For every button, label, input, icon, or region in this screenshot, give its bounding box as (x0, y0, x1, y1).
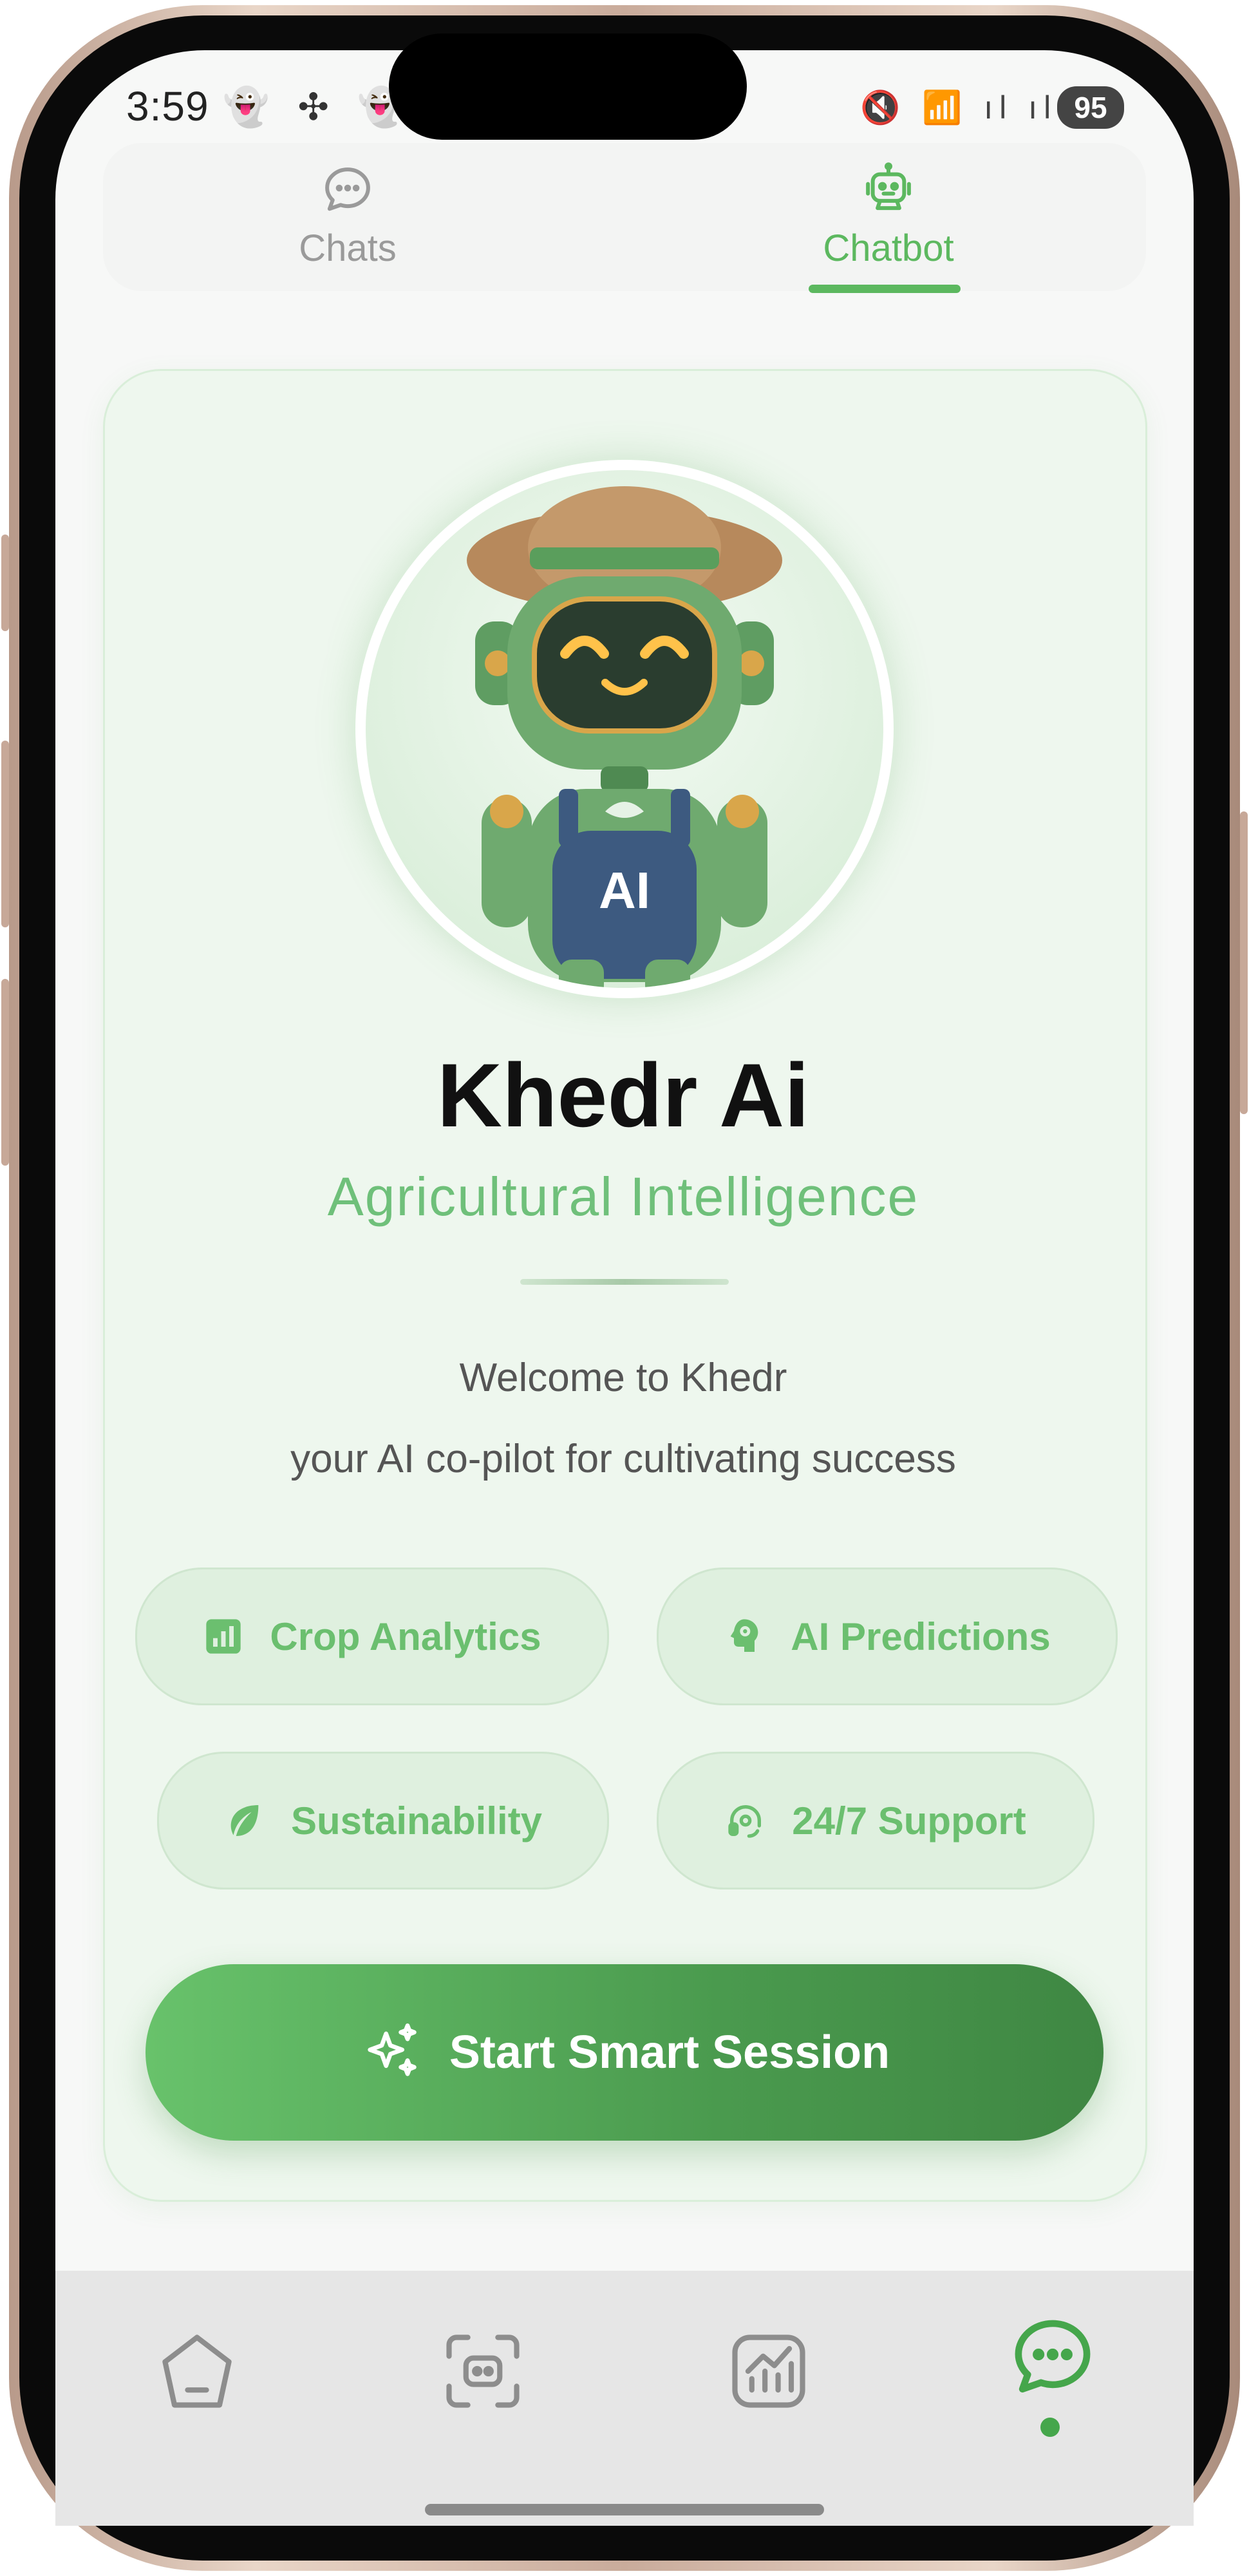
signal-icons: 🔇 📶 ıl ıl (860, 90, 1058, 126)
chat-bubble-icon (325, 167, 370, 211)
welcome-subtext: your AI co-pilot for cultivating success (290, 1437, 956, 1481)
tab-chats-label: Chats (299, 227, 397, 269)
scan-icon[interactable] (438, 2326, 528, 2416)
home-icon[interactable] (152, 2326, 242, 2416)
avatar-ai-badge: AI (599, 862, 650, 919)
leaf-icon (230, 1805, 259, 1836)
volume-down-button (1, 979, 9, 1166)
top-tabbar: Chats Chatbot (103, 143, 1146, 291)
start-smart-session-button[interactable]: Start Smart Session (146, 1964, 1103, 2141)
active-nav-indicator (1040, 2418, 1060, 2437)
feature-label: AI Predictions (791, 1615, 1051, 1658)
status-time: 3:59 (126, 83, 209, 129)
volume-up-button (1, 741, 9, 927)
bot-tagline: Agricultural Intelligence (327, 1166, 919, 1227)
start-smart-session-label: Start Smart Session (449, 2027, 890, 2078)
robot-icon (866, 162, 911, 211)
bot-name: Khedr Ai (437, 1045, 810, 1146)
feature-label: Crop Analytics (270, 1615, 541, 1658)
tab-chats[interactable]: Chats (219, 143, 476, 291)
active-tab-indicator (809, 285, 961, 293)
power-button (1240, 811, 1248, 1114)
feature-label: 24/7 Support (792, 1799, 1026, 1842)
analytics-icon[interactable] (724, 2326, 814, 2416)
headset-icon (728, 1805, 762, 1838)
tab-chatbot[interactable]: Chatbot (760, 143, 1017, 291)
bar-chart-icon (206, 1619, 241, 1654)
brain-head-icon (730, 1619, 758, 1652)
divider (520, 1279, 729, 1285)
tab-chatbot-label: Chatbot (823, 227, 954, 269)
sparkles-icon (368, 2023, 417, 2076)
farmer-robot-illustration: AI (467, 486, 782, 988)
feature-sustainability[interactable]: Sustainability (157, 1752, 609, 1889)
feature-label: Sustainability (290, 1799, 543, 1842)
feature-ai-predictions[interactable]: AI Predictions (657, 1567, 1118, 1705)
chat-icon[interactable] (1004, 2309, 1101, 2406)
feature-support[interactable]: 24/7 Support (657, 1752, 1094, 1889)
bot-avatar: AI (366, 470, 883, 988)
feature-crop-analytics[interactable]: Crop Analytics (135, 1567, 609, 1705)
home-indicator[interactable] (425, 2504, 824, 2515)
dynamic-island (389, 33, 747, 140)
welcome-text: Welcome to Khedr (459, 1356, 787, 1400)
battery-indicator: 95 (1057, 86, 1124, 129)
mute-switch (1, 535, 9, 631)
